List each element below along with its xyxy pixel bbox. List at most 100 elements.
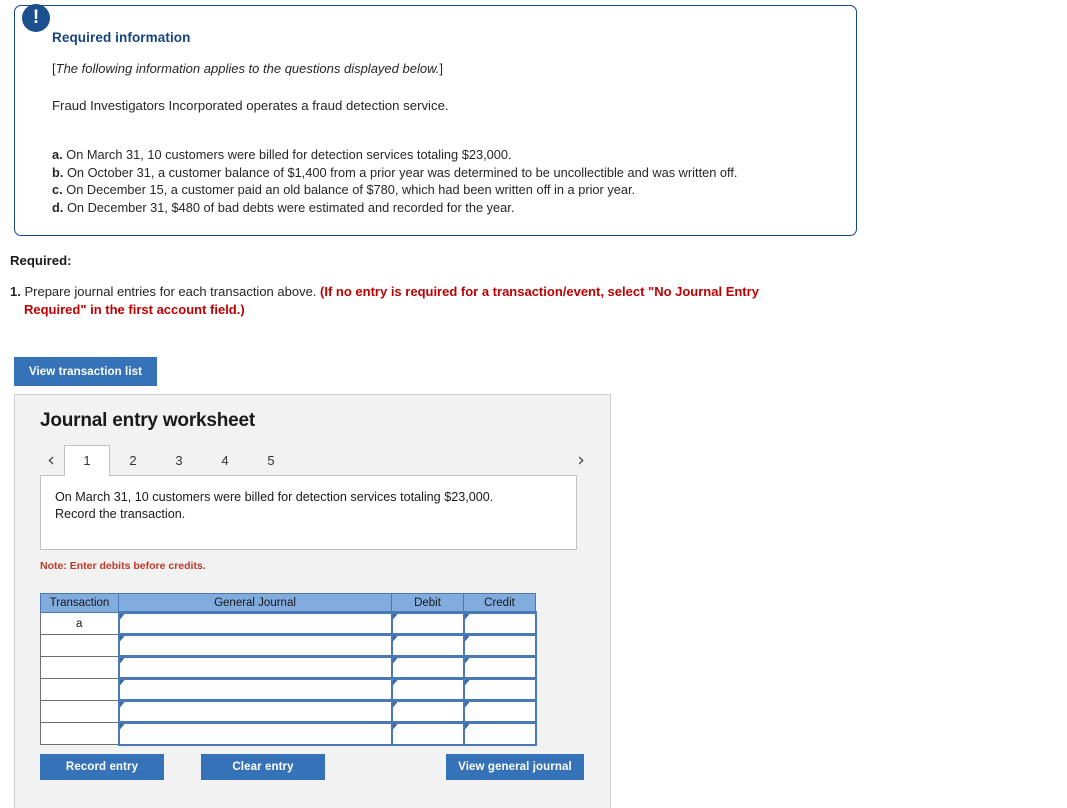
journal-entry-worksheet-panel: Journal entry worksheet ‹ 1 2 3 4 5 › On… [14,394,611,808]
required-information-title: Required information [52,30,191,45]
tab-2[interactable]: 2 [110,445,156,476]
cell-general-journal[interactable] [117,677,393,702]
list-item-text: On December 15, a customer paid an old b… [66,182,636,197]
cell-general-journal[interactable] [117,611,393,636]
list-item-label: b. [52,164,64,180]
cell-credit[interactable] [462,655,537,680]
record-entry-button[interactable]: Record entry [40,754,164,780]
worksheet-prompt: On March 31, 10 customers were billed fo… [41,476,576,523]
cell-credit[interactable] [462,611,537,636]
cell-transaction[interactable]: a [40,612,119,635]
task-text: Prepare journal entries for each transac… [24,284,317,299]
chevron-right-icon[interactable]: › [570,445,592,476]
cell-credit[interactable] [462,699,537,724]
required-information-panel: ! Required information [The following in… [14,4,857,236]
dropdown-marker-icon [119,658,125,664]
dropdown-marker-icon [119,614,125,620]
list-item-label: d. [52,199,64,215]
cell-debit[interactable] [390,655,465,680]
dropdown-marker-icon [392,614,398,620]
tab-1[interactable]: 1 [64,445,110,477]
list-item-text: On March 31, 10 customers were billed fo… [66,147,512,162]
applies-note: [The following information applies to th… [52,61,830,76]
worksheet-title: Journal entry worksheet [40,410,256,431]
worksheet-prompt-line1: On March 31, 10 customers were billed fo… [55,490,494,504]
table-row [40,633,537,658]
dropdown-marker-icon [392,702,398,708]
dropdown-marker-icon [464,680,470,686]
table-row [40,699,537,724]
exclamation-icon: ! [22,4,50,32]
dropdown-marker-icon [119,724,125,730]
cell-transaction[interactable] [40,634,119,657]
cell-debit[interactable] [390,699,465,724]
journal-entry-table: Transaction General Journal Debit Credit… [40,593,537,746]
column-header-credit: Credit [463,593,536,613]
cell-transaction[interactable] [40,678,119,701]
column-header-general-journal: General Journal [118,593,392,613]
tab-5[interactable]: 5 [248,445,294,476]
list-item: b. On October 31, a customer balance of … [52,164,830,182]
cell-debit[interactable] [390,611,465,636]
debits-before-credits-note: Note: Enter debits before credits. [40,560,206,572]
cell-credit[interactable] [462,721,537,746]
task-number: 1. [10,284,21,299]
dropdown-marker-icon [119,702,125,708]
task-emphasis-line1: (If no entry is required for a transacti… [320,284,759,299]
chevron-left-icon[interactable]: ‹ [40,445,62,476]
applies-note-text: The following information applies to the… [55,61,440,76]
table-row [40,677,537,702]
dropdown-marker-icon [392,658,398,664]
cell-general-journal[interactable] [117,633,393,658]
dropdown-marker-icon [464,658,470,664]
dropdown-marker-icon [464,702,470,708]
journal-entry-table-body: a [40,611,537,746]
cell-general-journal[interactable] [117,699,393,724]
list-item-text: On December 31, $480 of bad debts were e… [66,199,515,215]
dropdown-marker-icon [464,724,470,730]
list-item: d. On December 31, $480 of bad debts wer… [52,199,830,217]
table-header-row: Transaction General Journal Debit Credit [40,593,536,613]
task-emphasis-line2: Required" in the first account field.) [24,301,245,317]
list-item-text: On October 31, a customer balance of $1,… [66,164,738,180]
task-instruction: 1. Prepare journal entries for each tran… [10,283,840,318]
worksheet-prompt-line2: Record the transaction. [55,507,186,521]
cell-general-journal[interactable] [117,721,393,746]
cell-credit[interactable] [462,633,537,658]
list-item-label: a. [52,147,63,162]
cell-debit[interactable] [390,633,465,658]
cell-general-journal[interactable] [117,655,393,680]
dropdown-marker-icon [392,636,398,642]
column-header-debit: Debit [391,593,464,613]
tab-3[interactable]: 3 [156,445,202,476]
list-item: c. On December 15, a customer paid an ol… [52,181,830,199]
cell-transaction[interactable] [40,700,119,723]
worksheet-tabstrip: ‹ 1 2 3 4 5 › [40,445,592,477]
required-heading: Required: [10,253,72,268]
cell-debit[interactable] [390,721,465,746]
cell-credit[interactable] [462,677,537,702]
dropdown-marker-icon [119,636,125,642]
table-row: a [40,611,537,636]
list-item: a. On March 31, 10 customers were billed… [52,146,830,164]
company-intro-text: Fraud Investigators Incorporated operate… [52,98,449,113]
cell-transaction[interactable] [40,722,119,745]
table-row [40,721,537,746]
dropdown-marker-icon [464,614,470,620]
transaction-list: a. On March 31, 10 customers were billed… [52,146,830,216]
clear-entry-button[interactable]: Clear entry [201,754,325,780]
dropdown-marker-icon [392,680,398,686]
view-general-journal-button[interactable]: View general journal [446,754,584,780]
cell-debit[interactable] [390,677,465,702]
dropdown-marker-icon [119,680,125,686]
table-row [40,655,537,680]
applies-note-close-bracket: ] [439,61,443,76]
worksheet-prompt-box: On March 31, 10 customers were billed fo… [40,475,577,550]
worksheet-tabs: 1 2 3 4 5 [64,445,294,477]
view-transaction-list-button[interactable]: View transaction list [14,357,157,386]
dropdown-marker-icon [464,636,470,642]
cell-transaction[interactable] [40,656,119,679]
tab-4[interactable]: 4 [202,445,248,476]
list-item-label: c. [52,182,63,197]
page-root: ! Required information [The following in… [0,0,1067,808]
